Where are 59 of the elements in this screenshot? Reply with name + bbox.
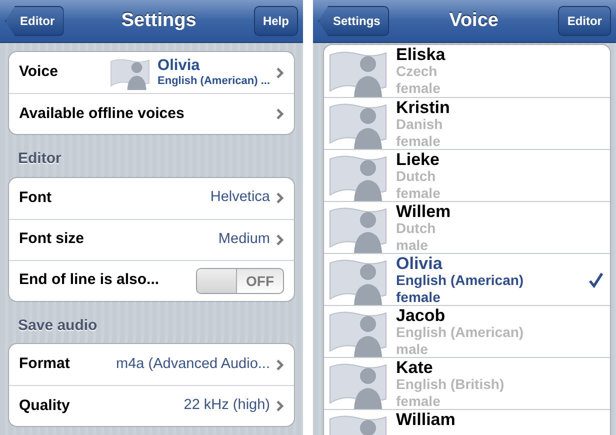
voice-gender: female [396,185,440,202]
section-header: Editor [17,149,62,169]
voice-row[interactable]: Jacob English (American) male [324,305,610,357]
voice-row[interactable]: William [324,409,610,435]
voice-row[interactable]: Lieke Dutch female [324,149,610,201]
voice-gender: male [396,237,428,254]
chevron-icon [276,234,284,246]
voice-gender: female [396,393,440,410]
setting-value: Medium [218,230,270,249]
voice-language: Dutch [396,168,436,185]
setting-value: 22 kHz (high) [184,396,270,416]
voice-language: English (American) [396,324,524,341]
voice-name: Kate [396,359,433,376]
voice-name: Olivia [396,255,442,272]
voice-gender: male [396,341,428,358]
voice-name: Olivia [158,57,201,74]
voice-name: Willem [396,203,451,220]
chevron-icon [276,358,284,370]
voice-language: English (American) ... [158,74,270,88]
setting-label: Font size [19,229,84,250]
screen-title: Voice [449,8,498,33]
voice-language: English (British) [396,376,504,393]
setting-value: Helvetica [210,188,270,208]
voice-name: Jacob [396,307,446,324]
nav-button[interactable]: Help [254,6,298,36]
voice-gender: female [396,80,440,97]
voice-language: Dutch [396,220,436,237]
setting-value: m4a (Advanced Audio... [116,354,270,374]
checkmark-icon [588,272,604,288]
back-button[interactable]: Editor [5,6,64,36]
chevron-icon [276,400,284,412]
setting-label: Quality [19,396,70,416]
voice-language: English (American) [396,272,524,289]
voice-name: Eliska [396,46,446,63]
setting-label: End of line is also... [19,270,160,290]
voice-name: Kristin [396,99,450,116]
voice-row[interactable]: Olivia English (American) female [324,253,610,305]
chevron-icon [276,66,284,78]
screen-title: Settings [121,8,196,33]
voice-row[interactable]: Kate English (British) female [324,357,610,409]
voice-row[interactable]: Eliska Czech female [324,45,610,97]
setting-label: Font [19,188,52,208]
voice-row[interactable]: Willem Dutch male [324,201,610,253]
voice-language: Czech [396,63,438,80]
voice-name: Lieke [396,151,440,168]
setting-label: Voice [19,62,58,82]
back-button[interactable]: Settings [318,6,390,36]
setting-label: Format [19,354,70,374]
chevron-icon [276,108,284,120]
voice-language: Danish [396,116,443,133]
voice-name: William [396,411,456,428]
chevron-icon [276,192,284,204]
section-header: Save audio [17,316,98,336]
nav-button[interactable]: Editor [558,6,611,36]
toggle-switch[interactable]: OFF [196,268,284,294]
voice-row[interactable]: Kristin Danish female [324,97,610,149]
voice-gender: female [396,289,440,306]
setting-label: Available offline voices [19,104,184,124]
voice-gender: female [396,133,440,150]
